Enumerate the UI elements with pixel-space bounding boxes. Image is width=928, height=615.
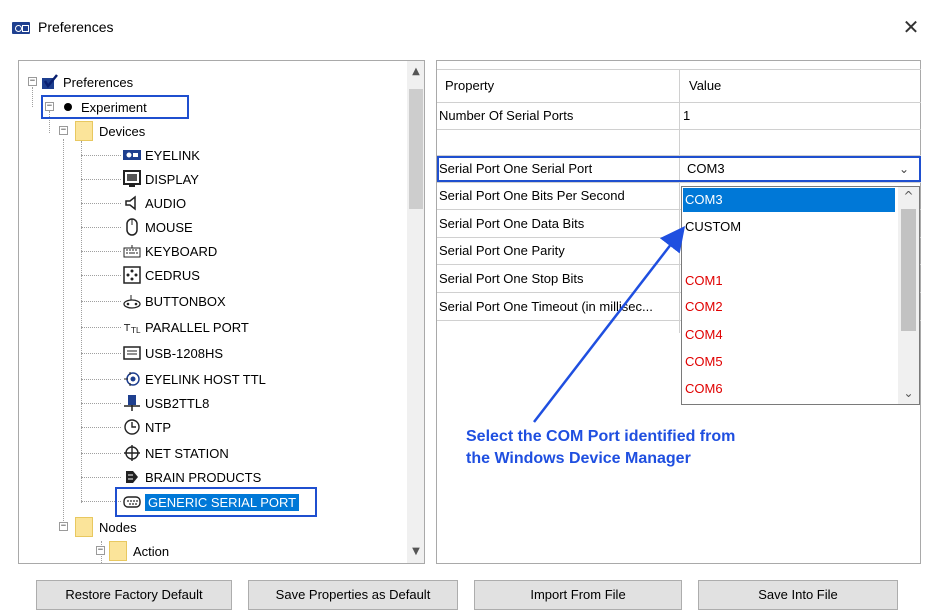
annotation-arrow	[533, 226, 686, 423]
annotation-line: Select the COM Port identified from	[466, 428, 736, 445]
annotation-text: Select the COM Port identified from the …	[466, 426, 826, 470]
save-into-file-button[interactable]: Save Into File	[698, 580, 898, 610]
restore-factory-default-button[interactable]: Restore Factory Default	[36, 580, 232, 610]
annotation-line: the Windows Device Manager	[466, 450, 691, 467]
save-properties-default-button[interactable]: Save Properties as Default	[248, 580, 458, 610]
import-from-file-button[interactable]: Import From File	[474, 580, 682, 610]
